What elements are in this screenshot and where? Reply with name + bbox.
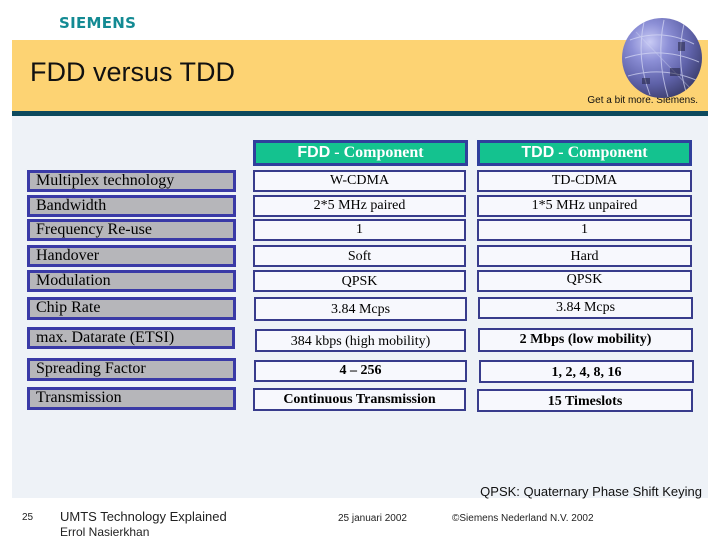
copyright: ©Siemens Nederland N.V. 2002 (452, 513, 594, 524)
column-header-tdd: TDD - Component (477, 140, 692, 166)
tdd-value: 1 (477, 219, 692, 241)
fdd-value: W-CDMA (253, 170, 466, 192)
row-label: Modulation (27, 270, 236, 292)
fdd-value: Continuous Transmission (253, 388, 466, 411)
fdd-value: 2*5 MHz paired (253, 195, 466, 217)
tdd-value: 1*5 MHz unpaired (477, 195, 692, 217)
slide-title: FDD versus TDD (30, 57, 236, 87)
row-label: Transmission (27, 387, 236, 410)
column-header-abbr: TDD (521, 144, 555, 161)
tdd-value: QPSK (477, 270, 692, 292)
tdd-value: TD-CDMA (477, 170, 692, 192)
row-label: Frequency Re-use (27, 219, 236, 241)
row-label: Bandwidth (27, 195, 236, 217)
fdd-value: 384 kbps (high mobility) (255, 329, 466, 352)
tdd-value: Hard (477, 245, 692, 267)
presentation-title: UMTS Technology Explained (60, 509, 227, 524)
author: Errol Nasierkhan (60, 525, 150, 539)
column-header-suffix: - Component (330, 144, 424, 161)
row-label: Handover (27, 245, 236, 267)
column-header-abbr: FDD (297, 144, 331, 161)
fdd-value: 3.84 Mcps (254, 297, 467, 321)
tdd-value: 1, 2, 4, 8, 16 (479, 360, 694, 383)
tdd-value: 3.84 Mcps (478, 297, 693, 319)
page-number: 25 (22, 512, 34, 523)
siemens-logo: SIEMENS (59, 14, 137, 32)
fdd-value: Soft (253, 245, 466, 267)
column-header-suffix: - Component (554, 144, 648, 161)
globe-grid (624, 19, 700, 98)
fdd-value: QPSK (253, 270, 466, 292)
tdd-value: 2 Mbps (low mobility) (478, 328, 693, 352)
globe-icon (622, 18, 702, 98)
footnote: QPSK: Quaternary Phase Shift Keying (480, 484, 702, 499)
fdd-value: 4 – 256 (254, 360, 467, 382)
tdd-value: 15 Timeslots (477, 389, 693, 412)
column-header-fdd: FDD - Component (253, 140, 468, 166)
row-label: Chip Rate (27, 297, 236, 320)
row-label: max. Datarate (ETSI) (27, 327, 235, 349)
fdd-value: 1 (253, 219, 466, 241)
row-label: Spreading Factor (27, 358, 236, 381)
date: 25 januari 2002 (338, 513, 407, 524)
row-label: Multiplex technology (27, 170, 236, 192)
